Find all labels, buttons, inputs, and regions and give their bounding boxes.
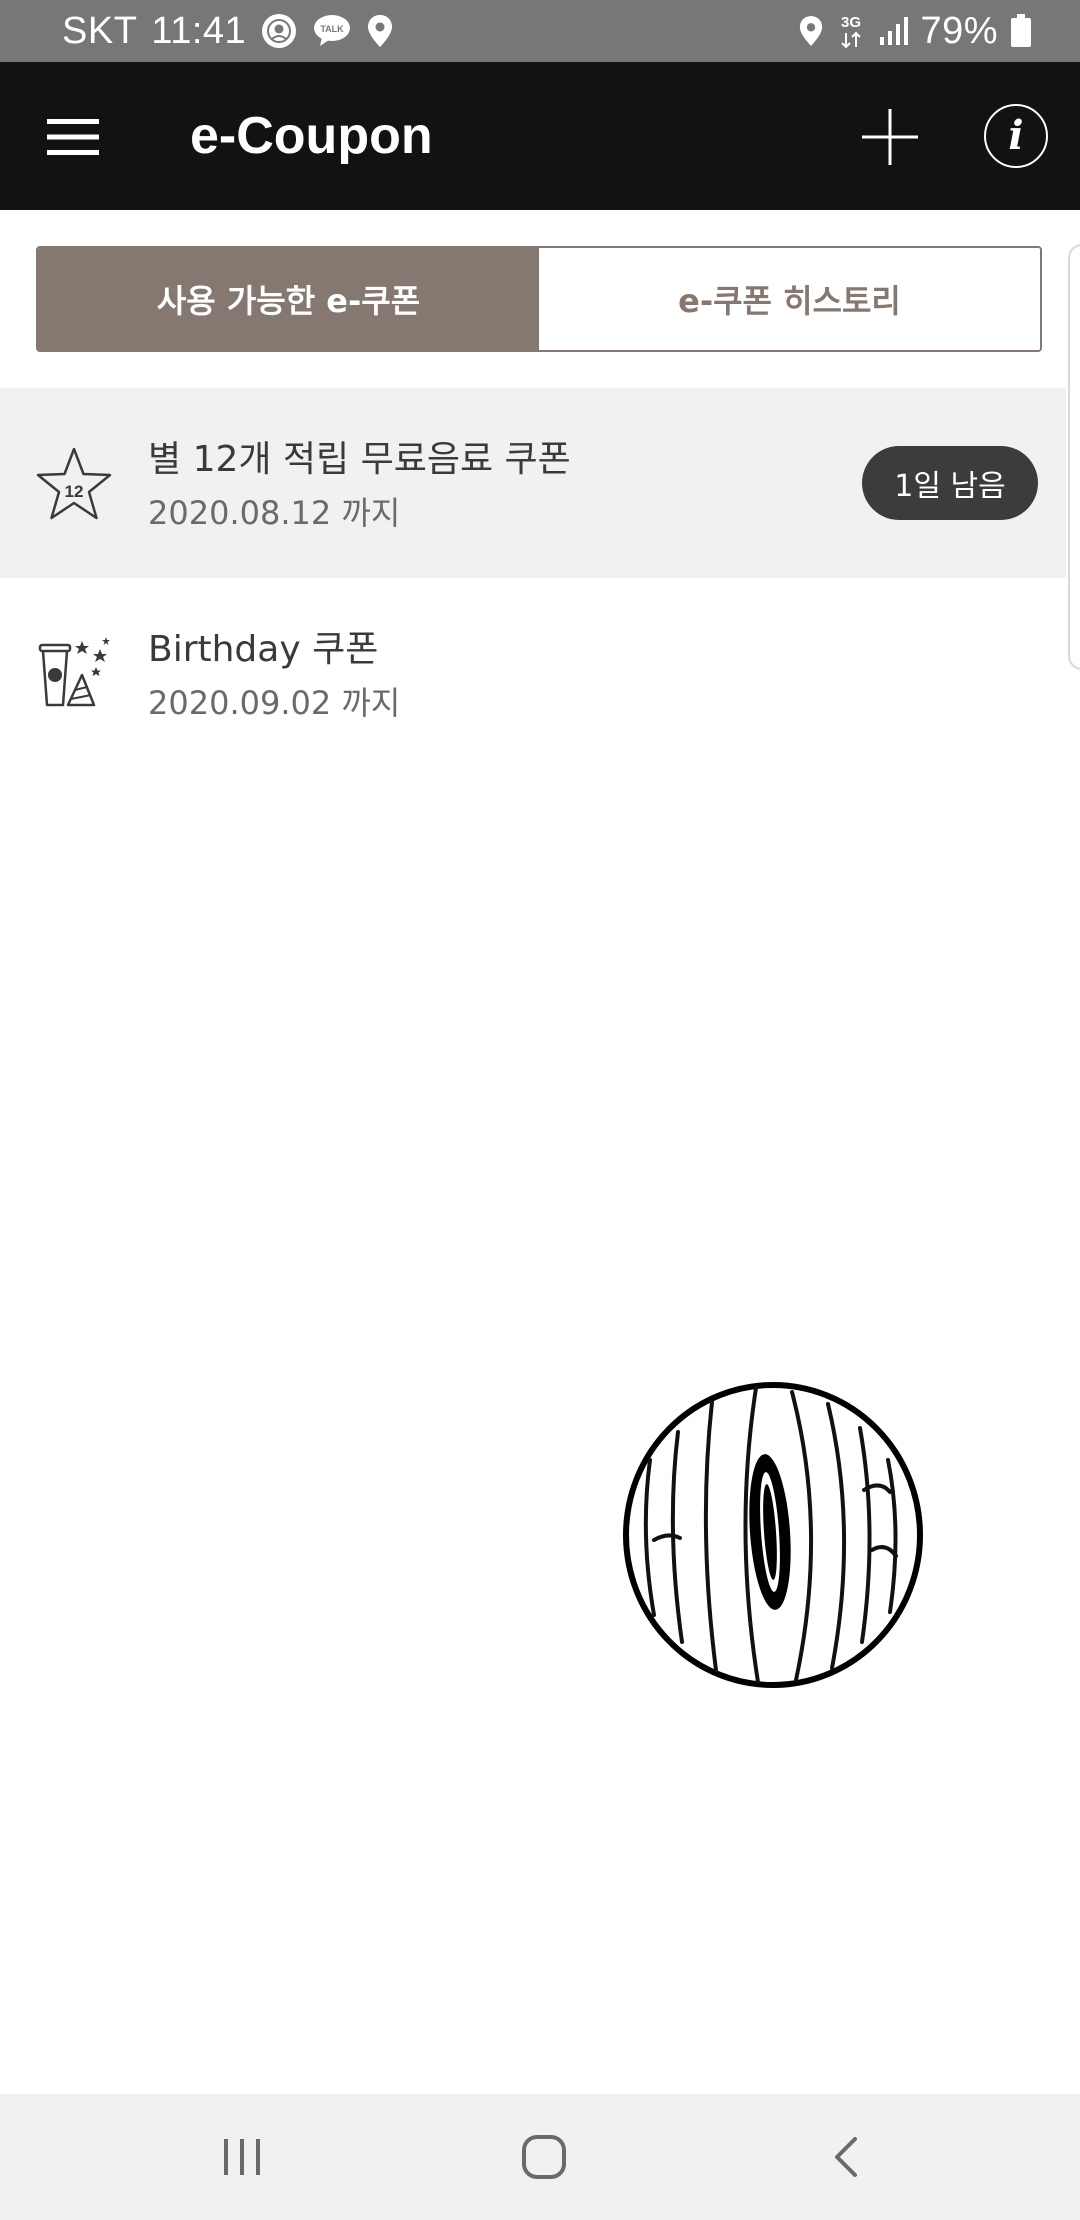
tab-available-coupons[interactable]: 사용 가능한 e-쿠폰 xyxy=(38,248,539,350)
back-icon xyxy=(835,2137,857,2177)
add-icon xyxy=(862,109,918,165)
talk-text: TALK xyxy=(321,24,345,34)
coupon-expiry: 2020.09.02 까지 xyxy=(148,684,401,722)
recent-apps-button[interactable] xyxy=(202,2117,282,2197)
menu-icon xyxy=(47,119,99,155)
status-bar-left: SKT 11:41 TALK xyxy=(62,0,394,62)
kakaotalk-icon: TALK xyxy=(314,15,351,46)
birthday-cup-icon xyxy=(38,637,110,707)
network-type-label: 3G xyxy=(841,14,861,31)
info-icon: i xyxy=(1008,112,1024,159)
battery-icon xyxy=(1011,14,1031,47)
star-12-icon: 12 xyxy=(36,447,112,520)
location-icon xyxy=(800,16,823,46)
network-3g-icon: 3G xyxy=(841,14,861,49)
home-icon xyxy=(522,2135,566,2179)
system-nav-bar xyxy=(0,2094,1080,2220)
starbucks-icon xyxy=(262,14,297,48)
days-remaining-badge: 1일 남음 xyxy=(862,446,1038,520)
coupon-list: 12 별 12개 적립 무료음료 쿠폰 2020.08.12 까지 1일 남음 … xyxy=(0,388,1066,768)
add-coupon-button[interactable] xyxy=(852,102,928,172)
page-title: e-Coupon xyxy=(190,107,433,165)
battery-percent: 79% xyxy=(920,9,998,52)
carrier-label: SKT xyxy=(62,9,138,52)
home-button[interactable] xyxy=(504,2117,584,2197)
back-button[interactable] xyxy=(806,2117,886,2197)
recent-apps-icon xyxy=(224,2139,260,2175)
app-bar: e-Coupon i xyxy=(0,62,1080,210)
coupon-title: Birthday 쿠폰 xyxy=(148,629,379,670)
coupon-tabs: 사용 가능한 e-쿠폰 e-쿠폰 히스토리 xyxy=(36,246,1042,352)
location-icon xyxy=(368,15,393,47)
status-bar-right: 3G 79% xyxy=(798,0,1032,62)
coupon-item-birthday[interactable]: Birthday 쿠폰 2020.09.02 까지 xyxy=(0,578,1066,768)
info-button[interactable]: i xyxy=(984,104,1048,168)
star-number: 12 xyxy=(65,482,84,501)
tab-coupon-history[interactable]: e-쿠폰 히스토리 xyxy=(539,248,1040,350)
coupon-title: 별 12개 적립 무료음료 쿠폰 xyxy=(148,439,571,480)
menu-button[interactable] xyxy=(38,102,108,172)
adjacent-panel-edge xyxy=(1068,244,1080,670)
signal-icon xyxy=(880,17,909,45)
coupon-item-free-drink[interactable]: 12 별 12개 적립 무료음료 쿠폰 2020.08.12 까지 1일 남음 xyxy=(0,388,1066,578)
status-bar: SKT 11:41 TALK 3G 79% xyxy=(0,0,1080,62)
hot-sticker-logo xyxy=(623,1382,923,1688)
coupon-expiry: 2020.08.12 까지 xyxy=(148,494,401,532)
clock: 11:41 xyxy=(151,9,247,52)
